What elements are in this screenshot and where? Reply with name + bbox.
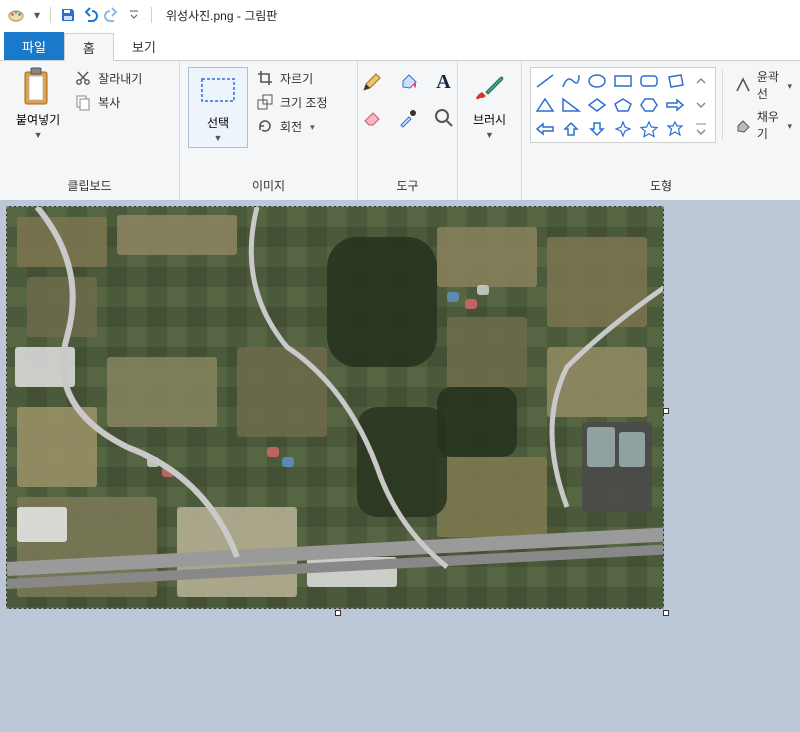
- shape-rect[interactable]: [611, 70, 635, 92]
- select-button[interactable]: 선택 ▼: [188, 67, 248, 148]
- canvas-area: [0, 200, 800, 615]
- crop-icon: [256, 69, 274, 87]
- shapes-gallery[interactable]: [530, 67, 716, 143]
- resize-handle[interactable]: [663, 408, 669, 414]
- shape-line[interactable]: [533, 70, 557, 92]
- paste-button[interactable]: 붙여넣기 ▼: [8, 67, 68, 142]
- shape-pentagon[interactable]: [611, 94, 635, 116]
- resize-handle[interactable]: [335, 610, 341, 616]
- brushes-button[interactable]: 브러시 ▼: [463, 67, 517, 142]
- ribbon-tabs: 파일 홈 보기: [0, 30, 800, 60]
- chevron-down-icon: ▾: [787, 81, 792, 92]
- app-icon: [6, 5, 26, 25]
- group-label-tools: 도구: [358, 173, 457, 200]
- shape-arrow-down[interactable]: [585, 118, 609, 140]
- text-tool[interactable]: A: [429, 67, 459, 97]
- eraser-tool[interactable]: [357, 103, 387, 133]
- tab-home[interactable]: 홈: [64, 33, 114, 61]
- copy-icon: [74, 93, 92, 111]
- pencil-tool[interactable]: [357, 67, 387, 97]
- copy-button[interactable]: 복사: [74, 93, 142, 111]
- resize-icon: [256, 93, 274, 111]
- paste-label: 붙여넣기: [16, 111, 60, 128]
- group-label-clipboard: 클립보드: [0, 173, 179, 200]
- chevron-down-icon: ▼: [34, 130, 43, 140]
- shape-arrow-left[interactable]: [533, 118, 557, 140]
- shape-curve[interactable]: [559, 70, 583, 92]
- shape-outline-button[interactable]: 윤곽선 ▾: [735, 68, 792, 102]
- shape-right-triangle[interactable]: [559, 94, 583, 116]
- tab-file[interactable]: 파일: [4, 32, 64, 60]
- shapes-scroll-up[interactable]: [689, 70, 713, 92]
- shapes-expand[interactable]: [689, 118, 713, 140]
- brush-icon: [471, 69, 509, 107]
- chevron-down-icon: ▼: [485, 130, 494, 140]
- shape-arrow-up[interactable]: [559, 118, 583, 140]
- shape-fill-button[interactable]: 채우기 ▾: [735, 108, 792, 142]
- shape-star4[interactable]: [611, 118, 635, 140]
- shape-arrow-right[interactable]: [663, 94, 687, 116]
- canvas[interactable]: [6, 206, 664, 609]
- shape-star6[interactable]: [663, 118, 687, 140]
- shapes-scroll-down[interactable]: [689, 94, 713, 116]
- group-image: 선택 ▼ 자르기 크기 조정: [180, 61, 358, 200]
- satellite-image: [7, 207, 663, 608]
- group-shapes: 윤곽선 ▾ 채우기 ▾ 도형: [522, 61, 800, 200]
- chevron-down-icon: ▾: [787, 121, 792, 132]
- shape-star5[interactable]: [637, 118, 661, 140]
- undo-button[interactable]: [79, 4, 101, 26]
- shape-triangle[interactable]: [533, 94, 557, 116]
- shape-roundrect[interactable]: [637, 70, 661, 92]
- crop-button[interactable]: 자르기: [256, 69, 328, 87]
- redo-button[interactable]: [101, 4, 123, 26]
- qat-customize-icon[interactable]: [127, 9, 141, 21]
- save-button[interactable]: [57, 4, 79, 26]
- group-brushes: 브러시 ▼: [458, 61, 522, 200]
- outline-icon: [735, 76, 751, 94]
- shape-polygon[interactable]: [663, 70, 687, 92]
- group-tools: A 도구: [358, 61, 458, 200]
- rotate-icon: [256, 117, 274, 135]
- group-label-image: 이미지: [180, 173, 357, 200]
- shape-oval[interactable]: [585, 70, 609, 92]
- select-rect-icon: [199, 72, 237, 110]
- select-label: 선택: [207, 114, 229, 131]
- tab-view[interactable]: 보기: [114, 32, 174, 60]
- shape-hexagon[interactable]: [637, 94, 661, 116]
- group-label-shapes: 도형: [522, 173, 800, 200]
- ribbon: 붙여넣기 ▼ 잘라내기 복사 클립보드: [0, 60, 800, 200]
- chevron-down-icon: ▼: [214, 133, 223, 143]
- fill-icon: [735, 116, 751, 134]
- rotate-button[interactable]: 회전 ▾: [256, 117, 328, 135]
- cut-button[interactable]: 잘라내기: [74, 69, 142, 87]
- chevron-down-icon: ▾: [310, 122, 315, 133]
- shape-diamond[interactable]: [585, 94, 609, 116]
- color-picker-tool[interactable]: [393, 103, 423, 133]
- group-clipboard: 붙여넣기 ▼ 잘라내기 복사 클립보드: [0, 61, 180, 200]
- fill-tool[interactable]: [393, 67, 423, 97]
- magnifier-tool[interactable]: [429, 103, 459, 133]
- document-title: 위성사진.png - 그림판: [166, 7, 277, 24]
- resize-button[interactable]: 크기 조정: [256, 93, 328, 111]
- resize-handle[interactable]: [663, 610, 669, 616]
- brushes-label: 브러시: [473, 111, 506, 128]
- app-dropdown-icon[interactable]: ▾: [30, 8, 44, 22]
- scissors-icon: [74, 69, 92, 87]
- paste-icon: [19, 69, 57, 107]
- title-bar: ▾ 위성사진.png - 그림판: [0, 0, 800, 30]
